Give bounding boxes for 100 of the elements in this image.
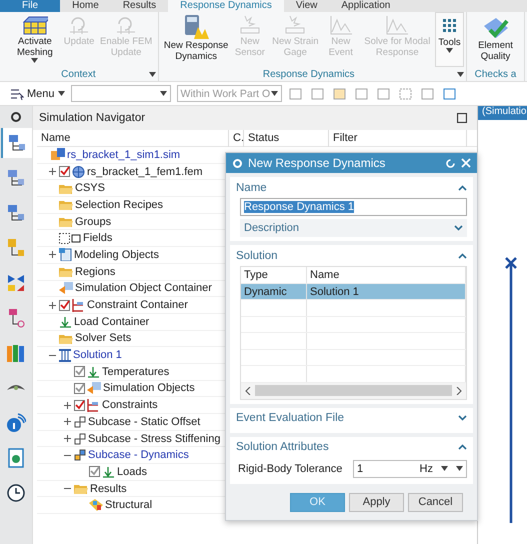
ribbon-button[interactable]: Activate Meshing — [8, 12, 62, 67]
section-header[interactable]: Name — [236, 177, 467, 198]
checkbox[interactable] — [59, 300, 70, 311]
settings-icon[interactable] — [10, 111, 22, 123]
expand-icon[interactable] — [458, 415, 467, 421]
collapse-icon[interactable] — [458, 252, 467, 258]
simulation-file-icon — [51, 148, 65, 162]
tree-icon[interactable] — [6, 203, 26, 223]
ribbon-tab[interactable]: Application — [329, 0, 402, 12]
fields-icon — [59, 232, 81, 244]
document-icon[interactable] — [8, 448, 24, 468]
checkbox[interactable] — [74, 400, 85, 411]
tree-item[interactable]: Subcase - Stress Stiffening — [88, 432, 220, 445]
caret-icon — [31, 58, 38, 63]
tree-item[interactable]: Results — [90, 482, 127, 495]
ribbon-tab[interactable]: Home — [60, 0, 111, 12]
column-header[interactable]: C. — [229, 130, 244, 147]
column-header[interactable]: Filter — [329, 130, 467, 147]
tree-item[interactable]: Load Container — [74, 316, 150, 328]
dialog-button[interactable]: Cancel — [408, 492, 463, 512]
tree-item[interactable]: Subcase - Static Offset — [88, 416, 200, 428]
expand-icon[interactable] — [48, 302, 56, 309]
scroll-left-icon[interactable] — [245, 386, 251, 394]
ribbon-button[interactable]: Element Quality — [468, 12, 522, 67]
tree-item[interactable]: rs_bracket_1_fem1.fem — [87, 166, 203, 178]
tree-item[interactable]: Subcase - Dynamics — [88, 449, 189, 462]
bowtie-icon[interactable] — [6, 273, 26, 293]
close-icon[interactable] — [461, 158, 471, 168]
tolerance-field[interactable]: 1 Hz — [353, 460, 467, 478]
reset-icon[interactable] — [445, 158, 456, 168]
maximize-icon[interactable] — [457, 113, 467, 123]
tree-item[interactable]: Constraints — [102, 399, 158, 412]
tree-icon[interactable] — [7, 133, 27, 153]
info-icon[interactable] — [6, 413, 26, 433]
mesh-icon — [22, 14, 48, 36]
tree-icon[interactable] — [6, 168, 26, 188]
expand-icon[interactable] — [48, 168, 56, 176]
constraint-icon — [87, 398, 100, 412]
expand-icon[interactable] — [454, 225, 463, 231]
horizontal-scrollbar[interactable] — [241, 382, 466, 398]
toolbar-icon[interactable] — [442, 86, 458, 100]
menu-icon — [10, 88, 24, 100]
ribbon-button[interactable]: Tools — [435, 12, 464, 67]
sidebar-tab[interactable] — [0, 128, 32, 158]
column-header[interactable]: Status — [244, 130, 329, 147]
tree-item[interactable]: Simulation Objects — [103, 382, 195, 394]
checkbox[interactable] — [59, 166, 70, 178]
folder-icon — [59, 266, 73, 278]
clock-icon[interactable] — [7, 484, 25, 502]
column-header[interactable]: Name — [37, 130, 229, 147]
ribbon-button[interactable]: New Response Dynamics — [160, 12, 232, 67]
menu-button[interactable]: Menu — [10, 88, 65, 100]
folder-icon — [59, 182, 73, 194]
launcher-icon[interactable] — [148, 72, 156, 76]
expand-icon[interactable] — [64, 418, 70, 426]
collapse-icon[interactable] — [458, 444, 467, 450]
launcher-icon[interactable] — [456, 72, 464, 76]
scroll-right-icon[interactable] — [456, 386, 462, 394]
tree-item[interactable]: Groups — [75, 216, 112, 228]
tree-item[interactable]: Loads — [117, 466, 147, 478]
folder-icon — [59, 216, 73, 228]
ribbon-tab[interactable]: File — [0, 0, 60, 12]
name-field[interactable]: Response Dynamics 1 — [240, 198, 467, 216]
graph-icon — [384, 14, 410, 36]
tree-item[interactable]: Solution 1 — [73, 349, 122, 362]
tree-item[interactable]: Temperatures — [102, 366, 170, 378]
description-header[interactable]: Description — [240, 219, 467, 237]
checkbox[interactable] — [89, 466, 100, 478]
tree-item[interactable]: Constraint Container — [87, 299, 188, 312]
calculator-chart-icon — [182, 14, 210, 40]
expand-icon[interactable] — [48, 251, 56, 258]
tree-item[interactable]: Solver Sets — [75, 332, 132, 344]
books-icon[interactable] — [6, 343, 26, 363]
folder-icon — [74, 483, 88, 494]
ribbon-tab[interactable]: View — [284, 0, 330, 12]
dialog-button[interactable]: Apply — [349, 492, 404, 512]
expand-icon[interactable] — [64, 402, 70, 409]
ribbon-tab[interactable]: Response Dynamics — [168, 0, 284, 12]
checkbox[interactable] — [74, 366, 85, 378]
graphics-tab[interactable]: (Simulatio — [478, 106, 527, 120]
section-header[interactable]: Solution Attributes — [236, 436, 467, 458]
checkbox[interactable] — [74, 382, 85, 394]
collapse-icon[interactable] — [458, 184, 467, 190]
expand-icon[interactable] — [64, 435, 70, 442]
dialog-title: New Response Dynamics — [248, 156, 386, 170]
section-header[interactable]: Solution — [236, 245, 467, 266]
simulation-object-icon — [87, 382, 101, 394]
ribbon-tab[interactable]: Results — [110, 0, 168, 12]
tree-item[interactable]: CSYS — [75, 182, 105, 194]
tree-item[interactable]: Selection Recipes — [75, 198, 164, 211]
tree-item[interactable]: Fields — [83, 232, 112, 244]
parts-tree-icon[interactable] — [6, 238, 26, 258]
tree-item[interactable]: Regions — [75, 266, 116, 278]
tree-item[interactable]: rs_bracket_1_sim1.sim — [67, 148, 180, 161]
node-icon[interactable] — [6, 308, 26, 328]
tree-item[interactable]: Simulation Object Container — [75, 282, 212, 294]
tree-item[interactable]: Structural — [105, 499, 152, 512]
group-label: Checks a — [474, 68, 518, 80]
tree-item[interactable]: Modeling Objects — [74, 248, 159, 261]
column-header: Name — [307, 267, 466, 283]
